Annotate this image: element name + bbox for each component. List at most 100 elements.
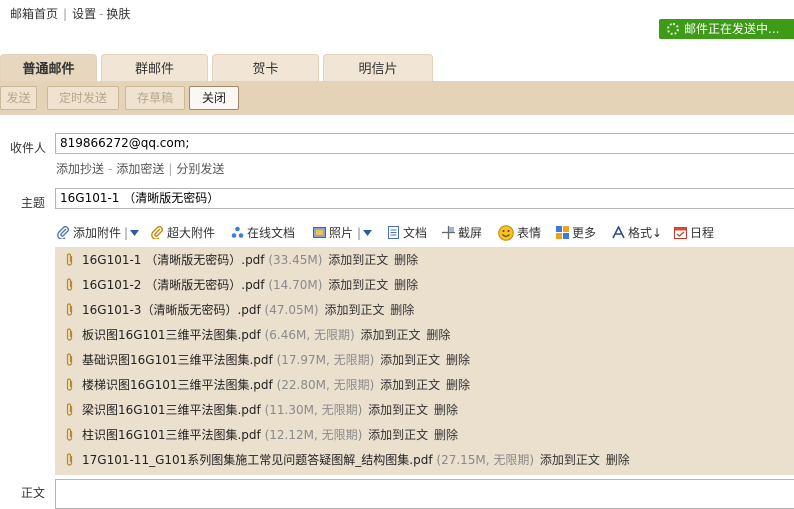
paperclip-icon xyxy=(66,403,73,416)
attachment-name: 楼梯识图16G101三维平法图集.pdf xyxy=(82,378,273,392)
photo-button[interactable]: 照片 xyxy=(313,224,353,242)
delete-link[interactable]: 删除 xyxy=(446,378,470,392)
attachment-item: 板识图16G101三维平法图集.pdf (6.46M, 无限期) 添加到正文 删… xyxy=(65,326,450,344)
attachment-item: 16G101-2 （清晰版无密码）.pdf (14.70M) 添加到正文 删除 xyxy=(65,276,418,294)
scissors-icon xyxy=(442,226,455,239)
paperclip-icon xyxy=(66,353,73,366)
attachment-item: 基础识图16G101三维平法图集.pdf (17.97M, 无限期) 添加到正文… xyxy=(65,351,470,369)
subject-input[interactable]: 16G101-1 （清晰版无密码） xyxy=(55,188,794,209)
add-to-body-link[interactable]: 添加到正文 xyxy=(328,278,388,292)
attachment-item: 楼梯识图16G101三维平法图集.pdf (22.80M, 无限期) 添加到正文… xyxy=(65,376,470,394)
text-format-icon xyxy=(612,226,625,239)
add-cc-link[interactable]: 添加抄送 xyxy=(56,162,104,176)
subject-label: 主题 xyxy=(21,196,46,210)
attachment-size: (11.30M, 无限期) xyxy=(264,403,363,417)
compose-toolbar: 发送 定时发送 存草稿 关闭 xyxy=(0,81,794,115)
paperclip-icon xyxy=(66,328,73,341)
attachment-item: 柱识图16G101三维平法图集.pdf (12.12M, 无限期) 添加到正文 … xyxy=(65,426,458,444)
send-button[interactable]: 发送 xyxy=(0,86,37,110)
add-to-body-link[interactable]: 添加到正文 xyxy=(368,428,428,442)
add-to-body-link[interactable]: 添加到正文 xyxy=(380,353,440,367)
recipient-actions: 添加抄送 - 添加密送 | 分别发送 xyxy=(56,160,224,177)
separator: | xyxy=(124,226,129,240)
attachment-size: (33.45M) xyxy=(268,253,323,267)
attachment-size: (47.05M) xyxy=(264,303,319,317)
attachment-dropdown-arrow-icon[interactable] xyxy=(130,224,139,242)
attachment-item: 16G101-1 （清晰版无密码）.pdf (33.45M) 添加到正文 删除 xyxy=(65,251,418,269)
save-draft-button[interactable]: 存草稿 xyxy=(125,86,185,110)
timed-send-button[interactable]: 定时发送 xyxy=(47,86,119,110)
attachment-size: (14.70M) xyxy=(268,278,323,292)
paperclip-icon xyxy=(66,303,73,316)
grid-more-icon xyxy=(556,226,569,239)
document-button[interactable]: 文档 xyxy=(387,224,427,242)
recipient-input[interactable]: 819866272@qq.com; xyxy=(55,133,794,154)
attachment-item: 梁识图16G101三维平法图集.pdf (11.30M, 无限期) 添加到正文 … xyxy=(65,401,458,419)
tab-postcard[interactable]: 明信片 xyxy=(323,54,433,81)
attachment-name: 16G101-2 （清晰版无密码）.pdf xyxy=(82,278,265,292)
add-to-body-link[interactable]: 添加到正文 xyxy=(380,378,440,392)
delete-link[interactable]: 删除 xyxy=(606,453,630,467)
add-to-body-link[interactable]: 添加到正文 xyxy=(540,453,600,467)
add-to-body-link[interactable]: 添加到正文 xyxy=(324,303,384,317)
attachment-name: 梁识图16G101三维平法图集.pdf xyxy=(82,403,261,417)
photo-dropdown-arrow-icon[interactable] xyxy=(363,224,372,242)
skin-link[interactable]: 换肤 xyxy=(106,7,130,21)
document-icon xyxy=(388,226,399,239)
tab-greeting-card[interactable]: 贺卡 xyxy=(212,54,319,81)
attachment-name: 17G101-11_G101系列图集施工常见问题答疑图解_结构图集.pdf xyxy=(82,453,433,467)
sending-status-text: 邮件正在发送中... xyxy=(684,22,780,36)
attachment-size: (17.97M, 无限期) xyxy=(276,353,375,367)
loading-spinner-icon xyxy=(667,23,679,35)
delete-link[interactable]: 删除 xyxy=(394,253,418,267)
settings-link[interactable]: 设置 xyxy=(72,7,96,21)
super-paperclip-icon xyxy=(151,226,163,239)
paperclip-icon xyxy=(66,428,73,441)
paperclip-icon xyxy=(66,378,73,391)
attachment-name: 基础识图16G101三维平法图集.pdf xyxy=(82,353,273,367)
attachment-size: (22.80M, 无限期) xyxy=(276,378,375,392)
screenshot-button[interactable]: 截屏 xyxy=(442,224,482,242)
sending-status-badge: 邮件正在发送中... xyxy=(659,19,794,39)
delete-link[interactable]: 删除 xyxy=(434,428,458,442)
add-to-body-link[interactable]: 添加到正文 xyxy=(328,253,388,267)
delete-link[interactable]: 删除 xyxy=(426,328,450,342)
top-links: 邮箱首页 | 设置 - 换肤 xyxy=(10,5,130,22)
delete-link[interactable]: 删除 xyxy=(390,303,414,317)
separator: - xyxy=(99,7,104,21)
delete-link[interactable]: 删除 xyxy=(446,353,470,367)
recipient-label: 收件人 xyxy=(10,141,47,155)
calendar-icon xyxy=(674,227,687,239)
mail-home-link[interactable]: 邮箱首页 xyxy=(10,7,58,21)
tab-normal-mail[interactable]: 普通邮件 xyxy=(0,54,97,81)
attachment-size: (27.15M, 无限期) xyxy=(436,453,535,467)
super-attachment-button[interactable]: 超大附件 xyxy=(151,224,215,242)
delete-link[interactable]: 删除 xyxy=(394,278,418,292)
separator: | xyxy=(357,226,362,240)
separator: - xyxy=(108,162,113,176)
format-button[interactable]: 格式↓ xyxy=(612,224,662,242)
add-bcc-link[interactable]: 添加密送 xyxy=(116,162,164,176)
delete-link[interactable]: 删除 xyxy=(434,403,458,417)
attachment-name: 16G101-3（清晰版无密码）.pdf xyxy=(82,303,261,317)
attachment-item: 17G101-11_G101系列图集施工常见问题答疑图解_结构图集.pdf (2… xyxy=(65,451,630,469)
compose-tabs: 普通邮件 群邮件 贺卡 明信片 xyxy=(0,54,794,81)
schedule-button[interactable]: 日程 xyxy=(674,224,714,242)
send-separately-link[interactable]: 分别发送 xyxy=(176,162,224,176)
more-button[interactable]: 更多 xyxy=(556,224,596,242)
emoji-button[interactable]: 表情 xyxy=(498,224,541,242)
add-to-body-link[interactable]: 添加到正文 xyxy=(368,403,428,417)
online-doc-icon xyxy=(231,226,244,238)
smiley-icon xyxy=(498,225,514,241)
tab-group-mail[interactable]: 群邮件 xyxy=(101,54,208,81)
add-attachment-button[interactable]: 添加附件 xyxy=(57,224,121,242)
photo-icon xyxy=(313,227,326,238)
separator: | xyxy=(168,162,173,176)
online-doc-button[interactable]: 在线文档 xyxy=(231,224,295,242)
paperclip-icon xyxy=(66,453,73,466)
close-button[interactable]: 关闭 xyxy=(189,86,239,110)
add-to-body-link[interactable]: 添加到正文 xyxy=(360,328,420,342)
body-label: 正文 xyxy=(21,486,46,500)
attachment-size: (12.12M, 无限期) xyxy=(264,428,363,442)
separator: | xyxy=(63,7,68,21)
